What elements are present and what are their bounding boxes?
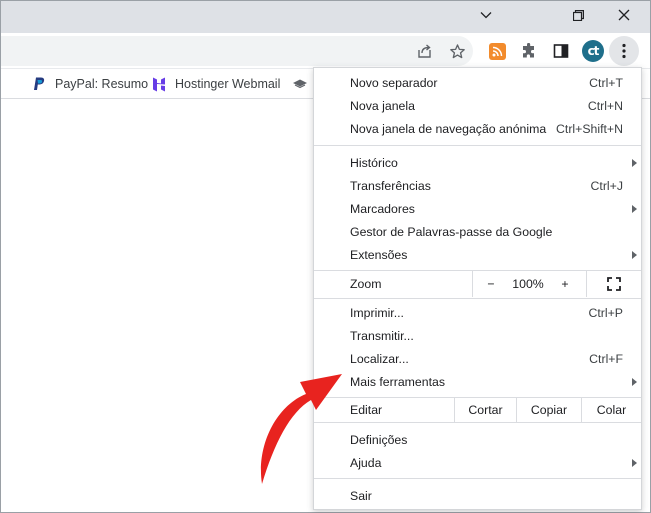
toolbar: ct [1,33,650,69]
chevron-down-icon[interactable] [463,1,509,29]
menu-item-exit[interactable]: Sair [314,484,641,507]
menu-item-help[interactable]: Ajuda [314,451,641,474]
menu-item-history[interactable]: Histórico [314,151,641,174]
bookmark-hostinger[interactable]: Hostinger Webmail [151,75,280,93]
menu-item-downloads[interactable]: Transferências Ctrl+J [314,174,641,197]
hostinger-icon [151,76,167,92]
edit-row: Editar Cortar Copiar Colar [314,398,641,422]
menu-item-password-manager[interactable]: Gestor de Palavras-passe da Google [314,220,641,243]
kebab-menu-icon[interactable] [609,36,639,66]
puzzle-extensions-icon[interactable] [516,38,542,64]
rss-icon [488,42,506,60]
zoom-row: Zoom − 100% + [314,271,641,297]
menu-separator [314,145,641,146]
menu-item-bookmarks[interactable]: Marcadores [314,197,641,220]
share-icon[interactable] [412,38,438,64]
menu-item-print[interactable]: Imprimir... Ctrl+P [314,301,641,324]
submenu-arrow-icon [632,250,637,259]
star-icon[interactable] [444,38,470,64]
menu-item-incognito-window[interactable]: Nova janela de navegação anónima Ctrl+Sh… [314,117,641,140]
menu-item-settings[interactable]: Definições [314,428,641,451]
title-bar [1,1,650,33]
bookmark-label: PayPal: Resumo [55,77,149,91]
menu-item-new-window[interactable]: Nova janela Ctrl+N [314,94,641,117]
menu-separator [314,478,641,479]
submenu-arrow-icon [632,204,637,213]
menu-item-find[interactable]: Localizar... Ctrl+F [314,347,641,370]
address-bar[interactable] [1,36,473,66]
menu-item-extensions[interactable]: Extensões [314,243,641,266]
paypal-icon [31,76,47,92]
rss-extension-icon[interactable] [484,38,510,64]
divider [472,271,473,297]
menu-separator [314,422,641,423]
submenu-arrow-icon [632,458,637,467]
edit-label: Editar [350,403,383,417]
zoom-level: 100% [512,277,544,291]
chrome-main-menu: Novo separador Ctrl+T Nova janela Ctrl+N… [313,67,642,510]
menu-item-more-tools[interactable]: Mais ferramentas [314,370,641,393]
zoom-label: Zoom [350,277,382,291]
layers-icon [292,76,308,92]
submenu-arrow-icon [632,377,637,386]
zoom-in-button[interactable]: + [554,271,576,297]
fullscreen-icon[interactable] [596,271,632,297]
side-panel-icon[interactable] [548,38,574,64]
divider [586,271,587,297]
bookmark-paypal[interactable]: PayPal: Resumo [31,75,148,93]
zoom-out-button[interactable]: − [480,271,502,297]
cut-button[interactable]: Cortar [455,398,516,422]
annotation-arrow-icon [260,374,342,484]
menu-separator [314,298,641,299]
profile-avatar[interactable]: ct [580,38,606,64]
close-icon[interactable] [601,1,647,29]
submenu-arrow-icon [632,158,637,167]
copy-button[interactable]: Copiar [517,398,581,422]
menu-item-cast[interactable]: Transmitir... [314,324,641,347]
paste-button[interactable]: Colar [582,398,641,422]
menu-item-new-tab[interactable]: Novo separador Ctrl+T [314,71,641,94]
bookmark-label: Hostinger Webmail [175,77,281,91]
restore-icon[interactable] [555,1,601,29]
